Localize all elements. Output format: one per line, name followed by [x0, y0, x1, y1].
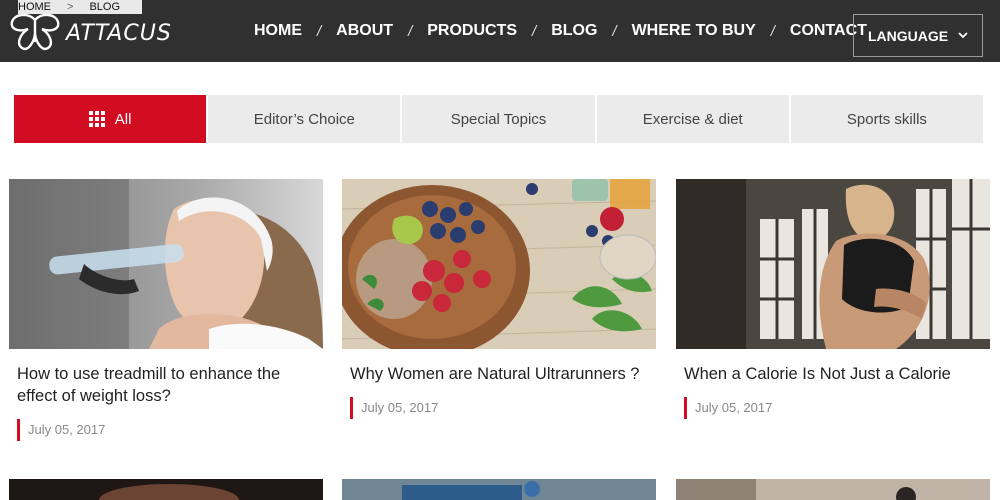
- category-tabs: All Editor’s Choice Special Topics Exerc…: [14, 95, 984, 143]
- article-image-partial[interactable]: [9, 479, 323, 500]
- nav-where-to-buy[interactable]: WHERE TO BUY: [632, 22, 756, 40]
- article-image-woman-drinking[interactable]: [9, 179, 323, 349]
- article-title[interactable]: How to use treadmill to enhance the effe…: [9, 363, 323, 407]
- article-image-woman-stretching[interactable]: [676, 179, 990, 349]
- nav-blog[interactable]: BLOG: [551, 22, 597, 40]
- nav-separator: /: [770, 22, 775, 40]
- tab-all[interactable]: All: [14, 95, 207, 143]
- tab-label: Sports skills: [846, 110, 927, 128]
- language-label: LANGUAGE: [867, 27, 949, 44]
- brand-logo[interactable]: ATTACUS: [8, 12, 172, 52]
- article-card[interactable]: When a Calorie Is Not Just a Calorie Jul…: [676, 179, 990, 419]
- tab-label: Special Topics: [450, 110, 547, 128]
- tab-editors-choice[interactable]: Editor’s Choice: [208, 95, 401, 143]
- article-date: July 05, 2017: [17, 419, 323, 441]
- breadcrumb: HOME > BLOG: [18, 0, 143, 14]
- nav-about[interactable]: ABOUT: [336, 22, 393, 40]
- brand-wordmark: ATTACUS: [66, 20, 172, 46]
- tab-label: Editor’s Choice: [253, 110, 355, 128]
- tab-label: All: [114, 110, 132, 128]
- nav-separator: /: [532, 22, 537, 40]
- language-dropdown[interactable]: LANGUAGE: [853, 14, 983, 57]
- nav-separator: /: [408, 22, 413, 40]
- grid-icon: [88, 111, 105, 127]
- tab-special-topics[interactable]: Special Topics: [402, 95, 595, 143]
- tab-label: Exercise & diet: [642, 110, 743, 128]
- breadcrumb-separator: >: [67, 1, 74, 13]
- chevron-down-icon: [958, 32, 968, 39]
- butterfly-logo-icon: [10, 13, 60, 51]
- article-title[interactable]: Why Women are Natural Ultrarunners ?: [342, 363, 656, 385]
- nav-separator: /: [612, 22, 617, 40]
- article-date: July 05, 2017: [350, 397, 656, 419]
- nav-separator: /: [317, 22, 322, 40]
- site-header: ATTACUS HOME > BLOG HOME / ABOUT / PRODUCT…: [0, 0, 1000, 62]
- tab-sports-skills[interactable]: Sports skills: [790, 95, 984, 143]
- article-title[interactable]: When a Calorie Is Not Just a Calorie: [676, 363, 990, 385]
- article-card[interactable]: Why Women are Natural Ultrarunners ? Jul…: [342, 179, 656, 419]
- main-nav: HOME / ABOUT / PRODUCTS / BLOG / WHERE T…: [254, 0, 867, 62]
- nav-home[interactable]: HOME: [254, 22, 302, 40]
- tab-exercise-diet[interactable]: Exercise & diet: [596, 95, 789, 143]
- article-image-partial[interactable]: [342, 479, 656, 500]
- nav-products[interactable]: PRODUCTS: [427, 22, 517, 40]
- breadcrumb-home[interactable]: HOME: [18, 1, 51, 13]
- article-card[interactable]: How to use treadmill to enhance the effe…: [9, 179, 323, 441]
- article-image-fruit-bowl[interactable]: [342, 179, 656, 349]
- article-date: July 05, 2017: [684, 397, 990, 419]
- article-image-partial[interactable]: [676, 479, 990, 500]
- breadcrumb-current: BLOG: [89, 1, 121, 13]
